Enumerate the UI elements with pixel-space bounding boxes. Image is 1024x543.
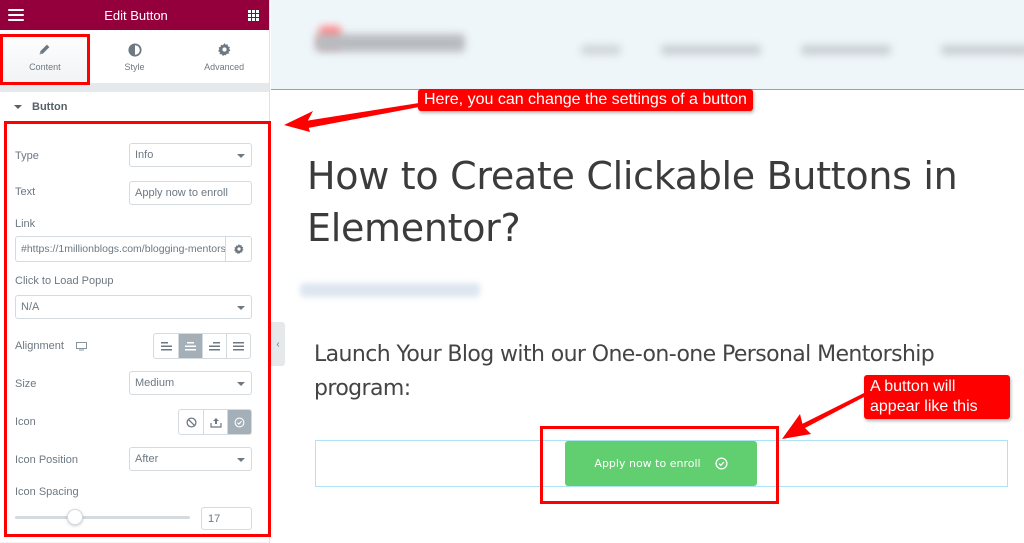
icon-position-value: After [135, 453, 159, 465]
screenshot-root: Edit Button Content Style Advanced Butto… [0, 0, 1024, 543]
icon-spacing-slider-handle[interactable] [66, 509, 83, 525]
link-label: Link [15, 218, 36, 230]
type-label: Type [15, 150, 39, 162]
section-toggle-button[interactable]: Button [0, 92, 269, 122]
check-circle-icon [715, 457, 728, 470]
tab-style-label: Style [124, 61, 145, 72]
text-label: Text [15, 186, 36, 198]
nav-item[interactable] [581, 45, 621, 55]
hamburger-icon[interactable] [8, 9, 24, 21]
link-options-gear-icon[interactable] [225, 237, 251, 261]
button-callout: A button will appear like this [864, 375, 1010, 419]
alignment-label: Alignment [15, 340, 64, 352]
check-circle-icon [234, 417, 245, 427]
icon-choices [178, 409, 252, 435]
collapse-panel-button[interactable]: ‹ [271, 322, 285, 366]
chevron-down-icon [237, 382, 245, 386]
apply-now-button[interactable]: Apply now to enroll [565, 441, 757, 486]
grid-icon[interactable] [247, 9, 259, 21]
chevron-down-icon [237, 458, 245, 462]
icon-position-select[interactable]: After [129, 447, 252, 471]
caret-down-icon [14, 105, 22, 109]
type-select[interactable]: Info [129, 143, 252, 167]
alignment-label-wrap: Alignment [15, 340, 87, 352]
tab-style[interactable]: Style [90, 30, 180, 83]
align-left-icon [160, 341, 172, 350]
text-input[interactable]: Apply now to enroll [129, 181, 252, 205]
popup-label: Click to Load Popup [15, 275, 114, 287]
icon-none-button[interactable] [179, 410, 203, 434]
icon-library-button[interactable] [227, 410, 251, 434]
icon-label: Icon [15, 416, 36, 428]
pencil-icon [38, 42, 51, 58]
post-meta [300, 283, 480, 297]
nav-item[interactable] [801, 45, 891, 55]
icon-spacing-slider[interactable] [15, 516, 190, 519]
align-justify-button[interactable] [226, 334, 250, 358]
nav-item[interactable] [661, 45, 761, 55]
chevron-down-icon [237, 306, 245, 310]
popup-select[interactable]: N/A [15, 295, 252, 319]
gear-icon [217, 42, 231, 58]
size-label: Size [15, 378, 37, 390]
type-select-value: Info [135, 149, 154, 161]
apply-now-button-label: Apply now to enroll [594, 457, 701, 470]
size-select[interactable]: Medium [129, 371, 252, 395]
desktop-icon[interactable] [75, 341, 87, 351]
panel-tabs: Content Style Advanced [0, 30, 269, 84]
upload-icon [209, 417, 222, 428]
panel-header: Edit Button [0, 0, 269, 30]
link-field: #https://1millionblogs.com/blogging-ment… [15, 236, 252, 262]
site-header [271, 0, 1024, 90]
tab-advanced-label: Advanced [204, 61, 245, 72]
size-select-value: Medium [135, 377, 175, 389]
panel-title: Edit Button [104, 7, 168, 23]
align-center-icon [185, 341, 196, 350]
alignment-choices [153, 333, 251, 359]
page-title: How to Create Clickable Buttons in Eleme… [307, 154, 958, 250]
site-logo[interactable] [315, 34, 465, 52]
link-input[interactable]: #https://1millionblogs.com/blogging-ment… [16, 237, 225, 261]
align-justify-icon [233, 341, 244, 350]
ban-icon [185, 416, 197, 428]
align-right-icon [209, 341, 220, 350]
tab-advanced[interactable]: Advanced [179, 30, 269, 83]
icon-spacing-input[interactable]: 17 [201, 507, 252, 530]
icon-upload-button[interactable] [203, 410, 227, 434]
tab-content-label: Content [29, 61, 61, 72]
half-circle-icon [127, 42, 142, 58]
section-title-label: Button [32, 101, 68, 113]
icon-position-label: Icon Position [15, 454, 78, 466]
chevron-down-icon [237, 154, 245, 158]
popup-select-value: N/A [21, 301, 40, 313]
icon-spacing-label: Icon Spacing [15, 486, 79, 498]
chevron-left-icon: ‹ [276, 338, 280, 350]
panel-callout: Here, you can change the settings of a b… [418, 89, 753, 111]
nav-item[interactable] [941, 45, 1024, 55]
align-right-button[interactable] [202, 334, 226, 358]
align-left-button[interactable] [154, 334, 178, 358]
align-center-button[interactable] [178, 334, 202, 358]
divider [0, 84, 269, 92]
tab-content[interactable]: Content [0, 30, 90, 83]
